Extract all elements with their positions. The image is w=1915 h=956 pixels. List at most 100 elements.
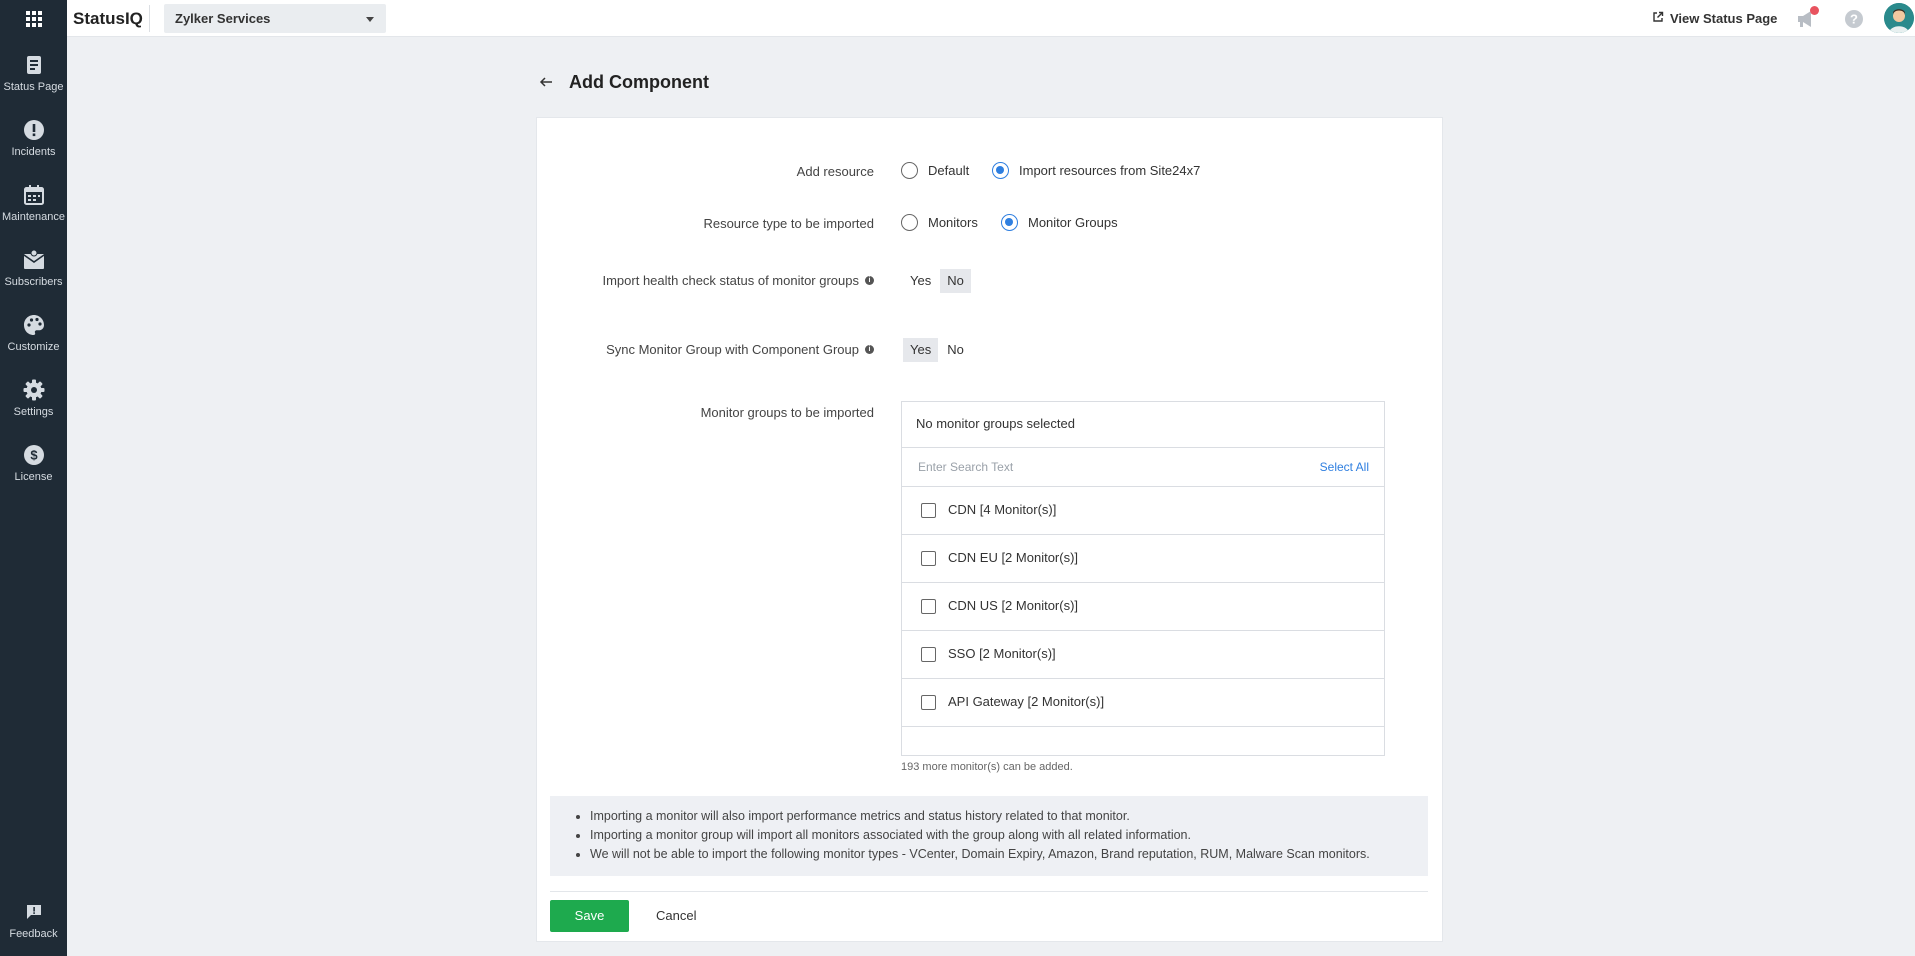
help-button[interactable]: ? bbox=[1843, 8, 1865, 30]
radio-import-site24x7-label: Import resources from Site24x7 bbox=[1019, 163, 1201, 178]
sync-group-toggle: Yes No bbox=[903, 338, 971, 362]
list-item[interactable]: CDN US [2 Monitor(s)] bbox=[902, 583, 1384, 631]
subscribers-icon bbox=[23, 249, 45, 271]
monitor-groups-label: Monitor groups to be imported bbox=[701, 405, 874, 420]
view-status-page-link[interactable]: View Status Page bbox=[1652, 0, 1777, 37]
import-health-label-text: Import health check status of monitor gr… bbox=[602, 273, 859, 288]
info-icon[interactable]: i bbox=[865, 345, 874, 354]
checkbox[interactable] bbox=[921, 503, 936, 518]
cancel-button[interactable]: Cancel bbox=[656, 900, 696, 932]
info-icon[interactable]: i bbox=[865, 276, 874, 285]
resource-type-label: Resource type to be imported bbox=[703, 216, 874, 231]
add-resource-label-text: Add resource bbox=[796, 164, 874, 179]
list-item-label: CDN US [2 Monitor(s)] bbox=[948, 598, 1079, 613]
user-avatar-icon bbox=[1884, 3, 1914, 33]
radio-default[interactable]: Default bbox=[901, 162, 969, 179]
view-status-page-label: View Status Page bbox=[1670, 11, 1778, 26]
dollar-icon: $ bbox=[23, 444, 45, 466]
radio-import-site24x7[interactable]: Import resources from Site24x7 bbox=[992, 162, 1200, 179]
sidebar-item-label: Feedback bbox=[9, 928, 58, 940]
list-item-label: CDN EU [2 Monitor(s)] bbox=[948, 550, 1079, 565]
svg-text:$: $ bbox=[30, 448, 38, 463]
radio-circle-selected bbox=[1001, 214, 1018, 231]
list-item-label: API Gateway [2 Monitor(s)] bbox=[948, 694, 1105, 709]
radio-default-label: Default bbox=[928, 163, 970, 178]
resource-type-label-text: Resource type to be imported bbox=[703, 216, 874, 231]
sidebar-item-label: Maintenance bbox=[2, 211, 65, 223]
sidebar-item-subscribers[interactable]: Subscribers bbox=[0, 240, 67, 300]
divider bbox=[149, 5, 150, 32]
monitor-groups-selected-summary[interactable]: No monitor groups selected bbox=[902, 402, 1384, 448]
sidebar-item-incidents[interactable]: Incidents bbox=[0, 110, 67, 170]
sidebar-item-maintenance[interactable]: Maintenance bbox=[0, 175, 67, 235]
radio-monitors-label: Monitors bbox=[928, 215, 978, 230]
radio-monitor-groups[interactable]: Monitor Groups bbox=[1001, 214, 1118, 231]
radio-monitor-groups-label: Monitor Groups bbox=[1028, 215, 1118, 230]
apps-grid-button[interactable] bbox=[0, 0, 67, 37]
list-item-label: CDN [4 Monitor(s)] bbox=[948, 502, 1057, 517]
sidebar-item-status-page[interactable]: Status Page bbox=[0, 45, 67, 105]
gear-icon bbox=[23, 379, 45, 401]
sidebar-item-label: Status Page bbox=[3, 81, 64, 93]
import-health-no[interactable]: No bbox=[940, 269, 971, 293]
radio-circle bbox=[901, 214, 918, 231]
add-resource-label: Add resource bbox=[797, 164, 874, 179]
notification-dot bbox=[1810, 6, 1819, 15]
save-button[interactable]: Save bbox=[550, 900, 629, 932]
import-info-panel: Importing a monitor will also import per… bbox=[550, 796, 1428, 876]
apps-grid-icon bbox=[25, 10, 42, 27]
sidebar-item-label: Subscribers bbox=[4, 276, 63, 288]
monitor-groups-search: Enter Search Text Select All bbox=[902, 448, 1384, 487]
incidents-icon bbox=[23, 119, 45, 141]
back-button[interactable] bbox=[538, 74, 554, 90]
sync-group-label: Sync Monitor Group with Component Group … bbox=[606, 342, 874, 357]
checkbox[interactable] bbox=[921, 695, 936, 710]
external-link-icon bbox=[1652, 11, 1664, 26]
page-title: Add Component bbox=[569, 72, 709, 92]
top-bar: StatusIQ Zylker Services View Status Pag… bbox=[67, 0, 1915, 37]
list-item[interactable]: CDN EU [2 Monitor(s)] bbox=[902, 535, 1384, 583]
radio-circle bbox=[901, 162, 918, 179]
help-icon: ? bbox=[1845, 10, 1863, 28]
radio-monitors[interactable]: Monitors bbox=[901, 214, 978, 231]
select-all-link[interactable]: Select All bbox=[1320, 448, 1369, 487]
brand-logo[interactable]: StatusIQ bbox=[73, 0, 143, 37]
list-item: Importing a monitor will also import per… bbox=[590, 807, 1428, 826]
monitor-groups-select: No monitor groups selected Enter Search … bbox=[901, 401, 1385, 756]
import-info-list: Importing a monitor will also import per… bbox=[550, 796, 1428, 864]
sync-group-label-text: Sync Monitor Group with Component Group bbox=[606, 342, 859, 357]
monitors-remaining-note: 193 more monitor(s) can be added. bbox=[901, 761, 1073, 773]
avatar[interactable] bbox=[1884, 3, 1914, 33]
announcements-button[interactable] bbox=[1795, 6, 1819, 30]
sidebar: Status Page Incidents Maintenance Subscr… bbox=[0, 0, 67, 956]
checkbox[interactable] bbox=[921, 599, 936, 614]
search-input[interactable]: Enter Search Text bbox=[918, 448, 1013, 487]
sync-group-no[interactable]: No bbox=[940, 338, 971, 362]
list-item: We will not be able to import the follow… bbox=[590, 845, 1428, 864]
sidebar-item-label: Incidents bbox=[11, 146, 56, 158]
divider bbox=[550, 891, 1428, 892]
org-select-dropdown[interactable]: Zylker Services bbox=[164, 4, 386, 33]
sidebar-item-feedback[interactable]: Feedback bbox=[0, 892, 67, 952]
chevron-down-icon bbox=[366, 17, 374, 22]
list-item[interactable]: API Gateway [2 Monitor(s)] bbox=[902, 679, 1384, 727]
sidebar-item-license[interactable]: $ License bbox=[0, 435, 67, 495]
svg-text:?: ? bbox=[1850, 12, 1858, 27]
sidebar-item-label: License bbox=[14, 471, 53, 483]
checkbox[interactable] bbox=[921, 647, 936, 662]
sidebar-item-label: Settings bbox=[13, 406, 54, 418]
import-health-yes[interactable]: Yes bbox=[903, 269, 938, 293]
list-item[interactable]: SSO [2 Monitor(s)] bbox=[902, 631, 1384, 679]
import-health-label: Import health check status of monitor gr… bbox=[602, 273, 874, 288]
list-item[interactable]: CDN [4 Monitor(s)] bbox=[902, 487, 1384, 535]
calendar-icon bbox=[23, 184, 45, 206]
arrow-left-icon bbox=[539, 77, 552, 87]
sidebar-item-settings[interactable]: Settings bbox=[0, 370, 67, 430]
sidebar-item-customize[interactable]: Customize bbox=[0, 305, 67, 365]
sync-group-yes[interactable]: Yes bbox=[903, 338, 939, 362]
list-item: Importing a monitor group will import al… bbox=[590, 826, 1428, 845]
feedback-icon bbox=[23, 901, 45, 923]
palette-icon bbox=[23, 314, 45, 336]
checkbox[interactable] bbox=[921, 551, 936, 566]
monitor-groups-label-text: Monitor groups to be imported bbox=[700, 405, 874, 420]
